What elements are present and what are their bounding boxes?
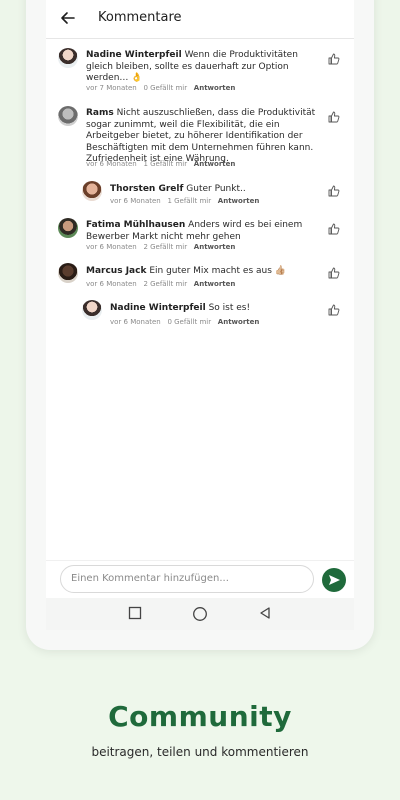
comment-author[interactable]: Fatima Mühlhausen — [86, 220, 185, 230]
comment-text: Nadine Winterpfeil Wenn die Produktivitä… — [86, 50, 326, 85]
comment-body: Ein guter Mix macht es aus 👍🏼 — [149, 266, 286, 276]
comment-body: Nicht auszuschließen, dass die Produktiv… — [86, 108, 316, 164]
comment-meta: vor 6 Monaten 2 Gefällt mir Antworten — [86, 280, 235, 288]
comment-item: Nadine Winterpfeil Wenn die Produktivitä… — [46, 48, 354, 98]
thumbs-up-icon[interactable] — [328, 304, 340, 316]
back-triangle-icon[interactable] — [258, 606, 272, 620]
home-icon[interactable] — [192, 606, 208, 622]
comment-author[interactable]: Nadine Winterpfeil — [86, 50, 182, 60]
app-screen: Kommentare Nadine Winterpfeil Wenn die P… — [46, 0, 354, 630]
comment-item: Rams Nicht auszuschließen, dass die Prod… — [46, 106, 354, 176]
comment-likes: 0 Gefällt mir — [143, 84, 188, 92]
comment-meta: vor 6 Monaten 1 Gefällt mir Antworten — [86, 160, 235, 168]
reply-button[interactable]: Antworten — [194, 84, 236, 92]
comment-body: Guter Punkt.. — [186, 184, 246, 194]
avatar[interactable] — [82, 300, 102, 320]
thumbs-up-icon[interactable] — [328, 267, 340, 279]
reply-button[interactable]: Antworten — [218, 318, 260, 326]
comment-time: vor 6 Monaten — [110, 318, 161, 326]
comment-meta: vor 6 Monaten 0 Gefällt mir Antworten — [110, 318, 259, 326]
reply-button[interactable]: Antworten — [218, 197, 260, 205]
comment-likes: 1 Gefällt mir — [143, 160, 188, 168]
app-bar: Kommentare — [46, 0, 354, 39]
comment-likes: 2 Gefällt mir — [143, 280, 188, 288]
avatar[interactable] — [58, 218, 78, 238]
comment-time: vor 6 Monaten — [86, 280, 137, 288]
comment-item: Fatima Mühlhausen Anders wird es bei ein… — [46, 218, 354, 258]
thumbs-up-icon[interactable] — [328, 223, 340, 235]
send-icon — [329, 575, 340, 585]
comment-body: So ist es! — [208, 303, 251, 313]
reply-button[interactable]: Antworten — [194, 280, 236, 288]
reply-button[interactable]: Antworten — [194, 243, 236, 251]
comment-reply-item: Nadine Winterpfeil So ist es! vor 6 Mona… — [46, 300, 354, 330]
reply-button[interactable]: Antworten — [194, 160, 236, 168]
avatar[interactable] — [58, 106, 78, 126]
comment-time: vor 6 Monaten — [86, 243, 137, 251]
comment-likes: 0 Gefällt mir — [167, 318, 212, 326]
comment-reply-item: Thorsten Grelf Guter Punkt.. vor 6 Monat… — [46, 181, 354, 211]
comment-likes: 2 Gefällt mir — [143, 243, 188, 251]
thumbs-up-icon[interactable] — [328, 111, 340, 123]
comment-author[interactable]: Nadine Winterpfeil — [110, 303, 206, 313]
comment-meta: vor 6 Monaten 2 Gefällt mir Antworten — [86, 243, 235, 251]
promo-headline: Community — [108, 700, 292, 733]
comment-meta: vor 7 Monaten 0 Gefällt mir Antworten — [86, 84, 235, 92]
comment-item: Marcus Jack Ein guter Mix macht es aus 👍… — [46, 263, 354, 293]
comment-time: vor 6 Monaten — [110, 197, 161, 205]
thumbs-up-icon[interactable] — [328, 53, 340, 65]
comment-text: Nadine Winterpfeil So ist es! — [110, 303, 325, 315]
thumbs-up-icon[interactable] — [328, 185, 340, 197]
comment-text: Thorsten Grelf Guter Punkt.. — [110, 184, 325, 196]
comment-likes: 1 Gefällt mir — [167, 197, 212, 205]
comment-author[interactable]: Thorsten Grelf — [110, 184, 183, 194]
promo-subline: beitragen, teilen und kommentieren — [91, 745, 309, 759]
send-button[interactable] — [322, 568, 346, 592]
comment-text: Marcus Jack Ein guter Mix macht es aus 👍… — [86, 266, 326, 278]
comment-author[interactable]: Rams — [86, 108, 114, 118]
comment-text: Fatima Mühlhausen Anders wird es bei ein… — [86, 220, 326, 243]
comment-input[interactable]: Einen Kommentar hinzufügen... — [60, 565, 314, 593]
comment-time: vor 6 Monaten — [86, 160, 137, 168]
comment-text: Rams Nicht auszuschließen, dass die Prod… — [86, 108, 326, 166]
system-navigation-bar — [46, 598, 354, 630]
comment-author[interactable]: Marcus Jack — [86, 266, 146, 276]
arrow-left-icon[interactable] — [58, 8, 78, 28]
avatar[interactable] — [82, 181, 102, 201]
page-title: Kommentare — [98, 10, 182, 25]
comment-meta: vor 6 Monaten 1 Gefällt mir Antworten — [110, 197, 259, 205]
avatar[interactable] — [58, 263, 78, 283]
avatar[interactable] — [58, 48, 78, 68]
comment-time: vor 7 Monaten — [86, 84, 137, 92]
recent-apps-icon[interactable] — [128, 606, 142, 620]
